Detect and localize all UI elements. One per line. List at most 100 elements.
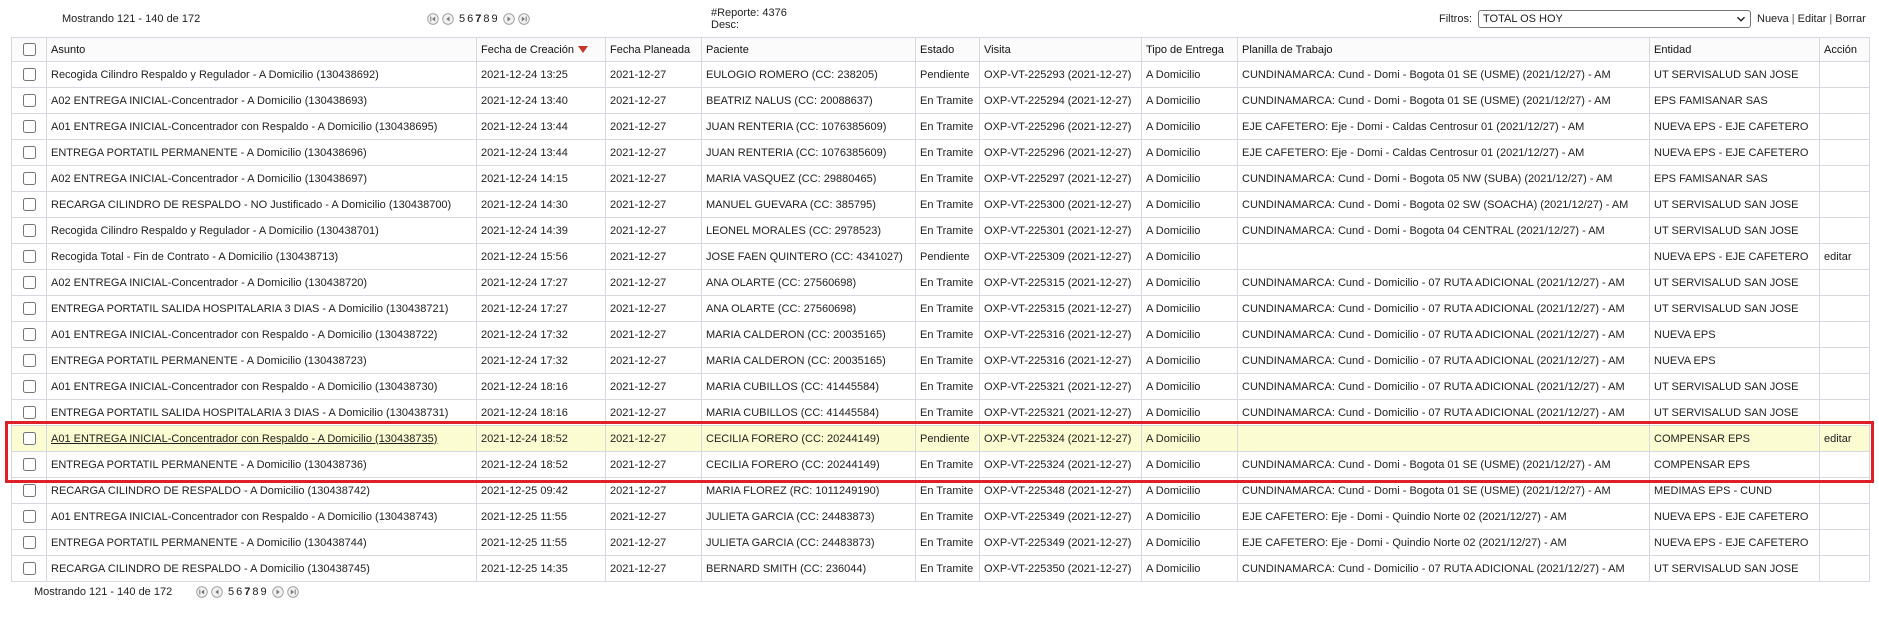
row-checkbox[interactable] bbox=[22, 354, 36, 367]
asunto-link[interactable]: A01 ENTREGA INICIAL-Concentrador con Res… bbox=[51, 511, 437, 523]
asunto-link[interactable]: A02 ENTREGA INICIAL-Concentrador - A Dom… bbox=[51, 173, 367, 185]
row-checkbox[interactable] bbox=[22, 302, 36, 315]
row-checkbox[interactable] bbox=[22, 68, 36, 81]
previous-page-icon[interactable] bbox=[211, 586, 223, 598]
table-row[interactable]: ENTREGA PORTATIL SALIDA HOSPITALARIA 3 D… bbox=[11, 295, 1870, 322]
page-link[interactable]: 9 bbox=[492, 13, 498, 26]
column-header-creation-date[interactable]: Fecha de Creación bbox=[476, 37, 606, 62]
next-page-icon[interactable] bbox=[502, 13, 515, 25]
row-checkbox[interactable] bbox=[22, 250, 36, 263]
asunto-link[interactable]: A01 ENTREGA INICIAL-Concentrador con Res… bbox=[51, 121, 437, 133]
asunto-link[interactable]: A02 ENTREGA INICIAL-Concentrador - A Dom… bbox=[51, 95, 367, 107]
asunto-link[interactable]: A01 ENTREGA INICIAL-Concentrador con Res… bbox=[51, 433, 437, 445]
column-header-visit[interactable]: Visita bbox=[979, 37, 1142, 62]
page-link[interactable]: 5 bbox=[459, 13, 465, 26]
page-link[interactable]: 8 bbox=[252, 586, 258, 599]
table-row[interactable]: A02 ENTREGA INICIAL-Concentrador - A Dom… bbox=[11, 87, 1870, 114]
asunto-link[interactable]: RECARGA CILINDRO DE RESPALDO - A Domicil… bbox=[51, 563, 370, 575]
row-checkbox[interactable] bbox=[22, 484, 36, 497]
edit-filter-link[interactable]: Editar bbox=[1798, 13, 1827, 25]
filter-select[interactable]: TOTAL OS HOY bbox=[1478, 10, 1751, 28]
row-checkbox[interactable] bbox=[22, 328, 36, 341]
table-row[interactable]: RECARGA CILINDRO DE RESPALDO - A Domicil… bbox=[11, 555, 1870, 582]
table-row[interactable]: ENTREGA PORTATIL PERMANENTE - A Domicili… bbox=[11, 347, 1870, 374]
row-checkbox[interactable] bbox=[22, 224, 36, 237]
row-checkbox[interactable] bbox=[22, 146, 36, 159]
table-row[interactable]: Recogida Cilindro Respaldo y Regulador -… bbox=[11, 61, 1870, 88]
page-link[interactable]: 5 bbox=[228, 586, 234, 599]
row-checkbox[interactable] bbox=[22, 276, 36, 289]
visit-cell: OXP-VT-225294 (2021-12-27) bbox=[979, 87, 1142, 114]
table-row[interactable]: ENTREGA PORTATIL PERMANENTE - A Domicili… bbox=[11, 139, 1870, 166]
last-page-icon[interactable] bbox=[517, 13, 530, 25]
select-all-checkbox[interactable] bbox=[22, 43, 36, 56]
row-checkbox-cell bbox=[11, 139, 47, 166]
page-link[interactable]: 6 bbox=[236, 586, 242, 599]
table-row[interactable]: ENTREGA PORTATIL SALIDA HOSPITALARIA 3 D… bbox=[11, 399, 1870, 426]
asunto-link[interactable]: Recogida Total - Fin de Contrato - A Dom… bbox=[51, 251, 338, 263]
asunto-link[interactable]: RECARGA CILINDRO DE RESPALDO - NO Justif… bbox=[51, 199, 451, 211]
table-row[interactable]: Recogida Total - Fin de Contrato - A Dom… bbox=[11, 243, 1870, 270]
asunto-link[interactable]: A01 ENTREGA INICIAL-Concentrador con Res… bbox=[51, 381, 437, 393]
asunto-link[interactable]: RECARGA CILINDRO DE RESPALDO - A Domicil… bbox=[51, 485, 370, 497]
column-header-delivery-type[interactable]: Tipo de Entrega bbox=[1141, 37, 1238, 62]
table-row[interactable]: ENTREGA PORTATIL PERMANENTE - A Domicili… bbox=[11, 451, 1870, 478]
row-checkbox[interactable] bbox=[22, 432, 36, 445]
table-row[interactable]: A01 ENTREGA INICIAL-Concentrador con Res… bbox=[11, 503, 1870, 530]
table-row[interactable]: A01 ENTREGA INICIAL-Concentrador con Res… bbox=[11, 425, 1870, 452]
asunto-link[interactable]: ENTREGA PORTATIL PERMANENTE - A Domicili… bbox=[51, 147, 367, 159]
first-page-icon[interactable] bbox=[427, 13, 439, 25]
last-page-icon[interactable] bbox=[286, 586, 299, 598]
table-row[interactable]: A01 ENTREGA INICIAL-Concentrador con Res… bbox=[11, 321, 1870, 348]
next-page-icon[interactable] bbox=[271, 586, 284, 598]
column-header-asunto[interactable]: Asunto bbox=[46, 37, 477, 62]
table-row[interactable]: A02 ENTREGA INICIAL-Concentrador - A Dom… bbox=[11, 165, 1870, 192]
planned-date-cell: 2021-12-27 bbox=[605, 165, 702, 192]
column-header-planned-date[interactable]: Fecha Planeada bbox=[605, 37, 702, 62]
edit-link[interactable]: editar bbox=[1824, 433, 1852, 445]
row-checkbox[interactable] bbox=[22, 406, 36, 419]
page-link[interactable]: 6 bbox=[467, 13, 473, 26]
asunto-link[interactable]: ENTREGA PORTATIL PERMANENTE - A Domicili… bbox=[51, 537, 367, 549]
asunto-link[interactable]: ENTREGA PORTATIL PERMANENTE - A Domicili… bbox=[51, 459, 367, 471]
page-link[interactable]: 9 bbox=[261, 586, 267, 599]
row-checkbox[interactable] bbox=[22, 172, 36, 185]
asunto-link[interactable]: ENTREGA PORTATIL SALIDA HOSPITALARIA 3 D… bbox=[51, 303, 448, 315]
delete-filter-link[interactable]: Borrar bbox=[1835, 13, 1866, 25]
patient-cell: MANUEL GUEVARA (CC: 385795) bbox=[701, 191, 916, 218]
asunto-link[interactable]: ENTREGA PORTATIL PERMANENTE - A Domicili… bbox=[51, 355, 367, 367]
column-header-status[interactable]: Estado bbox=[915, 37, 980, 62]
previous-page-icon[interactable] bbox=[442, 13, 454, 25]
table-row[interactable]: RECARGA CILINDRO DE RESPALDO - A Domicil… bbox=[11, 477, 1870, 504]
asunto-link[interactable]: A02 ENTREGA INICIAL-Concentrador - A Dom… bbox=[51, 277, 367, 289]
row-checkbox[interactable] bbox=[22, 380, 36, 393]
asunto-link[interactable]: Recogida Cilindro Respaldo y Regulador -… bbox=[51, 69, 379, 81]
page-link[interactable]: 8 bbox=[483, 13, 489, 26]
row-checkbox[interactable] bbox=[22, 198, 36, 211]
action-cell: editar bbox=[1819, 425, 1870, 452]
row-checkbox[interactable] bbox=[22, 94, 36, 107]
visit-cell: OXP-VT-225296 (2021-12-27) bbox=[979, 139, 1142, 166]
table-row[interactable]: Recogida Cilindro Respaldo y Regulador -… bbox=[11, 217, 1870, 244]
asunto-link[interactable]: ENTREGA PORTATIL SALIDA HOSPITALARIA 3 D… bbox=[51, 407, 448, 419]
new-filter-link[interactable]: Nueva bbox=[1757, 13, 1789, 25]
table-row[interactable]: ENTREGA PORTATIL PERMANENTE - A Domicili… bbox=[11, 529, 1870, 556]
row-checkbox[interactable] bbox=[22, 120, 36, 133]
asunto-link[interactable]: A01 ENTREGA INICIAL-Concentrador con Res… bbox=[51, 329, 437, 341]
column-header-worksheet[interactable]: Planilla de Trabajo bbox=[1237, 37, 1650, 62]
table-row[interactable]: A01 ENTREGA INICIAL-Concentrador con Res… bbox=[11, 113, 1870, 140]
table-row[interactable]: A02 ENTREGA INICIAL-Concentrador - A Dom… bbox=[11, 269, 1870, 296]
first-page-icon[interactable] bbox=[196, 586, 208, 598]
row-checkbox[interactable] bbox=[22, 536, 36, 549]
column-header-entity[interactable]: Entidad bbox=[1649, 37, 1820, 62]
page-link[interactable]: 7 bbox=[244, 586, 250, 599]
asunto-link[interactable]: Recogida Cilindro Respaldo y Regulador -… bbox=[51, 225, 379, 237]
table-row[interactable]: A01 ENTREGA INICIAL-Concentrador con Res… bbox=[11, 373, 1870, 400]
edit-link[interactable]: editar bbox=[1824, 251, 1852, 263]
column-header-patient[interactable]: Paciente bbox=[701, 37, 916, 62]
page-link[interactable]: 7 bbox=[475, 13, 481, 26]
row-checkbox[interactable] bbox=[22, 510, 36, 523]
row-checkbox[interactable] bbox=[22, 562, 36, 575]
table-row[interactable]: RECARGA CILINDRO DE RESPALDO - NO Justif… bbox=[11, 191, 1870, 218]
row-checkbox[interactable] bbox=[22, 458, 36, 471]
